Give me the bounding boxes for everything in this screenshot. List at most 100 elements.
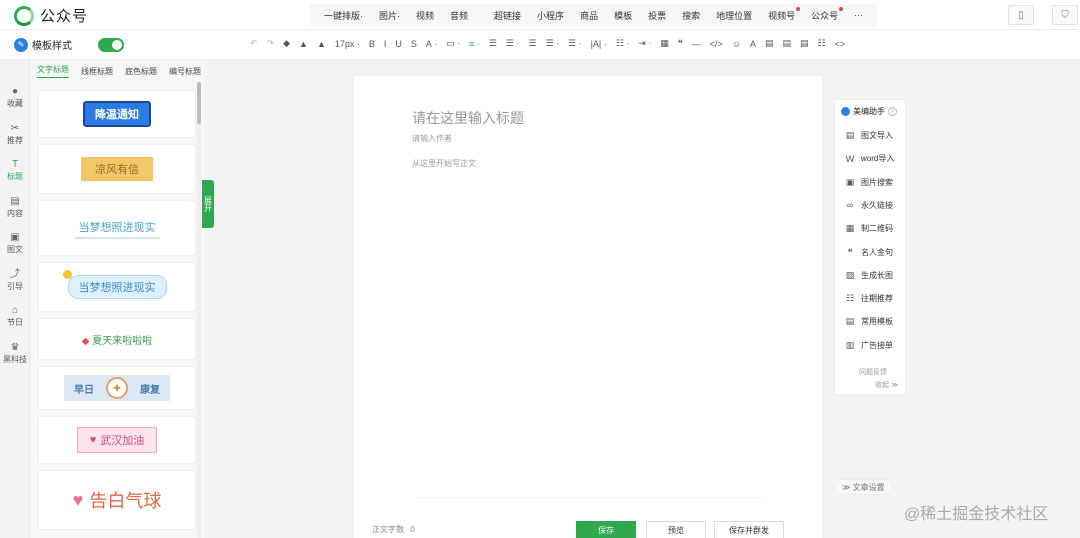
collapse-helper-button[interactable]: 收起 ≫ xyxy=(875,380,898,390)
template-card[interactable]: ◆ 夏天来啦啦啦 xyxy=(38,318,196,360)
helper-item[interactable]: ▨ 生成长图 xyxy=(845,270,893,281)
toolbar-tool-icon[interactable]: A xyxy=(750,39,756,49)
toolbar-tool-icon[interactable]: ▤ xyxy=(765,38,774,49)
body-input[interactable]: 从这里开始写正文 xyxy=(412,158,476,169)
template-tab[interactable]: 编号标题 xyxy=(169,66,201,77)
toolbar-tool-icon[interactable]: ☰ · xyxy=(506,38,520,49)
template-card[interactable]: 降温通知 xyxy=(38,90,196,138)
toolbar-tool-icon[interactable]: ☰ · xyxy=(568,38,582,49)
rail-item[interactable]: ♛ 黑科技 xyxy=(0,342,30,365)
template-tab[interactable]: 底色标题 xyxy=(125,66,157,77)
toolbar-tool-icon[interactable]: ▭ · xyxy=(446,38,460,49)
menu-item[interactable]: 商品 xyxy=(572,9,606,22)
mobile-preview-icon[interactable]: ▯ xyxy=(1008,5,1034,25)
helper-item[interactable]: ▤ 图文导入 xyxy=(845,130,893,141)
template-card[interactable]: 凉风有信 xyxy=(38,144,196,194)
menu-item[interactable]: 超链接 xyxy=(486,9,529,22)
toolbar-tool-icon[interactable]: ☺ xyxy=(732,39,741,49)
feedback-link[interactable]: 问题反馈 xyxy=(859,367,887,377)
toolbar-tool-icon[interactable]: ↷ xyxy=(267,38,275,49)
helper-item[interactable]: ▤ 常用模板 xyxy=(845,316,893,327)
toolbar-tool-icon[interactable]: ☰ · xyxy=(545,38,559,49)
preview-button[interactable]: 预览 xyxy=(646,521,706,538)
ad-icon: ▥ xyxy=(845,339,855,350)
rail-item[interactable]: ✂ 推荐 xyxy=(0,123,30,146)
toolbar-tool-icon[interactable]: ▲ xyxy=(299,39,308,49)
helper-item[interactable]: ▣ 图片搜索 xyxy=(845,177,893,188)
helper-item[interactable]: ∞ 永久链接 xyxy=(845,200,893,211)
rail-item[interactable]: T 标题 xyxy=(0,159,30,182)
helper-item[interactable]: ☷ 往期推荐 xyxy=(845,293,893,304)
template-card[interactable]: 早日 ✚ 康复 xyxy=(38,366,196,410)
brand-logo[interactable]: 公众号 xyxy=(14,5,88,26)
template-scrollbar[interactable] xyxy=(197,82,201,538)
template-card[interactable]: ♥ 武汉加油 xyxy=(38,416,196,464)
toolbar-tool-icon[interactable]: ☷ xyxy=(818,38,826,49)
toolbar-tool-icon[interactable]: <> xyxy=(835,39,846,49)
menu-item[interactable]: 投票 xyxy=(640,9,674,22)
toolbar-tool-icon[interactable]: ⇥ · xyxy=(638,38,651,49)
toolbar-tool-icon[interactable]: 17px · xyxy=(335,39,360,49)
new-badge-dot xyxy=(796,6,801,11)
menu-item[interactable]: 一键排版· xyxy=(316,9,371,22)
scrollbar-thumb[interactable] xyxy=(197,82,201,124)
helper-item[interactable]: ❝ 名人金句 xyxy=(845,247,893,258)
save-and-send-button[interactable]: 保存并群发 xyxy=(714,521,784,538)
helper-item[interactable]: Wword导入 xyxy=(845,153,895,164)
menu-item[interactable]: 小程序 xyxy=(529,9,572,22)
menu-item[interactable]: 视频号 xyxy=(760,6,803,22)
template-card[interactable]: ♥ 告白气球 xyxy=(38,470,196,530)
save-button[interactable]: 保存 xyxy=(576,521,636,538)
magic-icon: ✂ xyxy=(10,122,20,134)
guide-icon: ⤴ xyxy=(10,268,20,280)
toolbar-tool-icon[interactable]: A · xyxy=(426,39,437,49)
toolbar-tool-icon[interactable]: ❝ xyxy=(678,38,683,49)
author-input[interactable]: 请输入作者 xyxy=(412,133,452,144)
toolbar-tool-icon[interactable]: S xyxy=(411,39,417,49)
toolbar-tool-icon[interactable]: ▦ xyxy=(660,38,669,49)
article-settings-button[interactable]: ≫ 文章设置 xyxy=(834,479,893,495)
toolbar-tool-icon[interactable]: — xyxy=(692,39,701,49)
menu-item[interactable]: 音频 xyxy=(442,9,476,22)
toolbar-tool-icon[interactable]: B xyxy=(369,39,375,49)
title-input[interactable]: 请在这里输入标题 xyxy=(412,108,524,128)
template-card[interactable]: 当梦想照进现实 xyxy=(38,262,196,312)
toolbar-tool-icon[interactable]: ▤ xyxy=(800,38,809,49)
menu-item[interactable]: 图片· xyxy=(371,9,408,22)
toolbar-tool-icon[interactable]: |A| · xyxy=(591,39,607,49)
menu-item[interactable]: 公众号 xyxy=(803,6,846,22)
toolbar-tool-icon[interactable]: ≡ · xyxy=(469,39,480,49)
menu-item[interactable]: 搜索 xyxy=(674,9,708,22)
rail-item[interactable]: ▣ 图文 xyxy=(0,232,30,255)
toolbar-tool-icon[interactable]: ▤ xyxy=(783,38,792,49)
toolbar-tool-icon[interactable]: U xyxy=(395,39,402,49)
toolbar-tool-icon[interactable]: I xyxy=(384,39,387,49)
expand-panel-button[interactable]: 展开 xyxy=(202,180,214,228)
helper-item[interactable]: ▦ 制二维码 xyxy=(845,223,893,234)
rail-item[interactable]: ⤴ 引导 xyxy=(0,269,30,292)
template-tab[interactable]: 文字标题 xyxy=(37,64,69,78)
toolbar-tool-icon[interactable]: ↶ xyxy=(250,38,258,49)
menu-item[interactable]: ··· xyxy=(846,10,871,20)
toolbar-tool-icon[interactable]: ☰ xyxy=(489,38,497,49)
rail-item[interactable]: ● 收藏 xyxy=(0,86,30,109)
template-tab[interactable]: 线框标题 xyxy=(81,66,113,77)
template-style-toggle[interactable] xyxy=(98,38,124,52)
editor-canvas[interactable]: 请在这里输入标题 请输入作者 从这里开始写正文 xyxy=(354,76,822,538)
toolbar-tool-icon[interactable]: ☰ xyxy=(528,38,536,49)
shield-icon[interactable]: ⛉ xyxy=(1052,5,1078,25)
helper-item-label: 生成长图 xyxy=(861,270,893,280)
toolbar-tool-icon[interactable]: ☷ · xyxy=(616,38,630,49)
menu-item[interactable]: 模板 xyxy=(606,9,640,22)
rail-item[interactable]: ▤ 内容 xyxy=(0,196,30,219)
toolbar-tool-icon[interactable]: ▲ xyxy=(317,39,326,49)
helper-item[interactable]: ▥ 广告接单 xyxy=(845,340,893,351)
template-card[interactable]: 当梦想照进现实 xyxy=(38,200,196,256)
menu-item[interactable]: 地理位置 xyxy=(708,9,760,22)
medical-cross-icon: ✚ xyxy=(106,377,128,399)
toolbar-tool-icon[interactable]: </> xyxy=(710,39,723,49)
menu-item[interactable]: 视频 xyxy=(408,9,442,22)
rail-item[interactable]: ⌂ 节日 xyxy=(0,305,30,328)
toolbar-tool-icon[interactable]: ◆ xyxy=(283,38,290,49)
help-icon[interactable]: ? xyxy=(888,107,897,116)
